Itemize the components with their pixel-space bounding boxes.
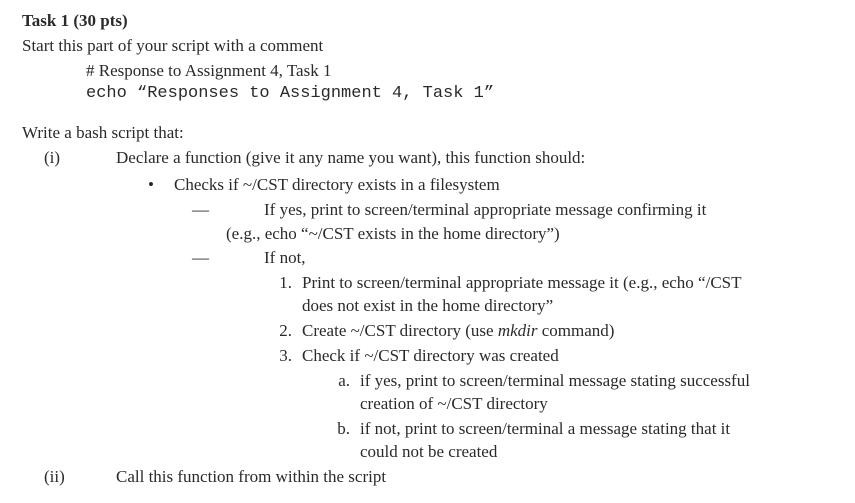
task-title: Task 1 (30 pts)	[22, 10, 837, 33]
assignment-page: Task 1 (30 pts) Start this part of your …	[0, 0, 855, 499]
branch-no: — If not,	[116, 247, 837, 270]
step-1-line1: Print to screen/terminal appropriate mes…	[302, 272, 837, 295]
step-3a: a. if yes, print to screen/terminal mess…	[116, 370, 837, 393]
step-3: 3. Check if ~/CST directory was created	[116, 345, 837, 368]
bullet-marker: •	[148, 174, 174, 197]
step-3-text: Check if ~/CST directory was created	[302, 345, 837, 368]
item-i-bullet: • Checks if ~/CST directory exists in a …	[116, 174, 837, 197]
branch-yes-eg: (e.g., echo “~/CST exists in the home di…	[116, 223, 837, 246]
step-3b-line2: could not be created	[116, 441, 837, 464]
lead-sentence: Start this part of your script with a co…	[22, 35, 837, 58]
step-2-marker: 2.	[266, 320, 302, 343]
item-i-marker: (i)	[22, 147, 116, 170]
code-comment-line: # Response to Assignment 4, Task 1	[22, 60, 837, 83]
step-2-text: Create ~/CST directory (use mkdir comman…	[302, 320, 837, 343]
item-i: (i) Declare a function (give it any name…	[22, 147, 837, 170]
item-ii: (ii) Call this function from within the …	[22, 466, 837, 489]
step-3b-marker: b.	[326, 418, 360, 441]
item-ii-marker: (ii)	[22, 466, 116, 489]
step-3b: b. if not, print to screen/terminal a me…	[116, 418, 837, 441]
item-i-bullet-wrap: • Checks if ~/CST directory exists in a …	[22, 172, 837, 464]
step-1-marker: 1.	[266, 272, 302, 295]
step-3a-line1: if yes, print to screen/terminal message…	[360, 370, 837, 393]
step-3b-line1: if not, print to screen/terminal a messa…	[360, 418, 837, 441]
step-2-after: command)	[538, 321, 615, 340]
item-ii-text: Call this function from within the scrip…	[116, 466, 837, 489]
item-i-text: Declare a function (give it any name you…	[116, 147, 837, 170]
dash-marker: —	[192, 247, 264, 270]
code-echo-line: echo “Responses to Assignment 4, Task 1”	[22, 83, 837, 106]
step-2-before: Create ~/CST directory (use	[302, 321, 498, 340]
branch-yes-text: If yes, print to screen/terminal appropr…	[264, 199, 837, 222]
step-1: 1. Print to screen/terminal appropriate …	[116, 272, 837, 295]
dash-marker: —	[192, 199, 264, 222]
step-3a-line2: creation of ~/CST directory	[116, 393, 837, 416]
step-2-mkdir: mkdir	[498, 321, 538, 340]
branch-no-text: If not,	[264, 247, 837, 270]
step-3a-marker: a.	[326, 370, 360, 393]
intro-sentence: Write a bash script that:	[22, 122, 837, 145]
step-3-marker: 3.	[266, 345, 302, 368]
bullet-text: Checks if ~/CST directory exists in a fi…	[174, 174, 837, 197]
step-1-line2: does not exist in the home directory”	[116, 295, 837, 318]
step-2: 2. Create ~/CST directory (use mkdir com…	[116, 320, 837, 343]
branch-yes: — If yes, print to screen/terminal appro…	[116, 199, 837, 222]
